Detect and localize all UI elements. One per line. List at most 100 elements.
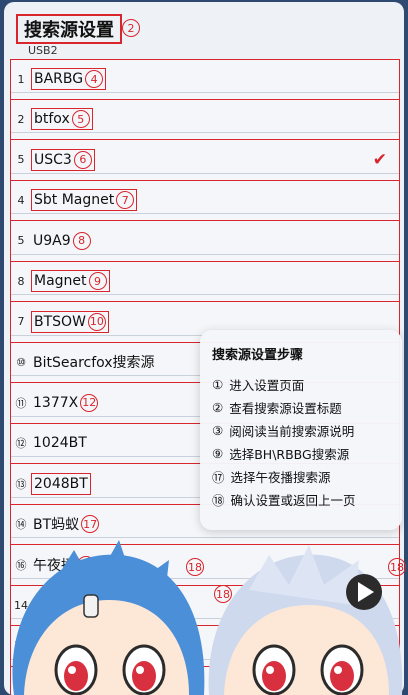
row-index: 8 xyxy=(17,274,25,288)
row-index: ⑭ xyxy=(15,518,27,532)
step-number: ⑱ xyxy=(212,493,225,508)
row-marker: 9 xyxy=(88,272,107,291)
row-rule xyxy=(11,537,399,538)
step-item: ① 进入设置页面 xyxy=(212,373,390,396)
row-rule xyxy=(11,132,399,133)
step-item: ② 查看搜索源设置标题 xyxy=(212,396,390,419)
step-text: 查看搜索源设置标题 xyxy=(229,401,342,416)
row-index: 15 xyxy=(14,639,28,653)
source-name: 1024BT xyxy=(33,435,87,452)
source-row[interactable]: ⑯ 午夜播 18 xyxy=(10,545,400,586)
row-marker: 12 xyxy=(80,393,99,412)
source-row[interactable]: 5 USC3 6 ✔ xyxy=(10,140,400,181)
source-label-box: 1024BT xyxy=(31,432,89,454)
step-text: 阅阅读当前搜索源说明 xyxy=(229,424,355,439)
step-text: 确认设置或返回上一页 xyxy=(230,493,356,508)
source-name: 爱蛙力画 xyxy=(33,598,89,615)
steps-card: 搜索源设置步骤 ① 进入设置页面 ② 查看搜索源设置标题 ③ 阅阅读当前搜索源说明 ⑨ 选择B… xyxy=(200,330,402,530)
source-name: btfox xyxy=(34,111,70,128)
row-index: 7 xyxy=(17,315,25,329)
source-label-box: Sbt Magnet 7 xyxy=(31,189,138,212)
source-label-box: BitSearcfox搜索源 xyxy=(31,351,157,373)
source-label-box: BARBG 4 xyxy=(31,68,107,91)
row-rule xyxy=(11,213,399,214)
row-marker: 18 xyxy=(77,555,95,574)
steps-list: ① 进入设置页面 ② 查看搜索源设置标题 ③ 阅阅读当前搜索源说明 ⑨ 选择BH\RBBG搜索… xyxy=(212,373,390,511)
source-label-box: btfox 5 xyxy=(31,108,93,131)
source-row[interactable]: 2 btfox 5 xyxy=(10,99,400,140)
row-index: 2 xyxy=(17,112,25,126)
marker-18-mid: 18 xyxy=(214,585,232,603)
source-row[interactable]: 14 爱蛙力画 xyxy=(10,585,400,626)
row-index: 5 xyxy=(17,153,25,167)
row-marker: 10 xyxy=(87,312,106,331)
row-marker: 17 xyxy=(81,515,100,534)
step-number: ⑨ xyxy=(212,446,224,461)
source-name: 午夜播 xyxy=(33,557,75,574)
source-name: USC3 xyxy=(34,151,72,168)
row-rule xyxy=(11,294,399,295)
source-label-box: Magnet 9 xyxy=(31,270,110,293)
settings-panel: 搜索源设置 2 USB2 1 BARBG 4 2 btfox 5 5 USC3 6 ✔ 4 Sbt M… xyxy=(4,2,404,695)
page-title-box: 搜索源设置 xyxy=(16,14,122,44)
source-row[interactable]: 1 BARBG 4 xyxy=(10,59,400,100)
steps-title: 搜索源设置步骤 xyxy=(212,348,304,363)
step-text: 进入设置页面 xyxy=(229,378,305,393)
marker-18-right: 18 xyxy=(388,558,406,576)
step-number: ② xyxy=(212,400,224,415)
title-marker: 2 xyxy=(122,19,140,37)
source-row[interactable]: 15 BT力夜 xyxy=(10,626,400,667)
step-number: ⑰ xyxy=(212,470,225,485)
row-rule xyxy=(11,172,399,174)
step-text: 选择午夜播搜索源 xyxy=(230,470,331,485)
source-name: BT蚂蚁 xyxy=(33,517,80,534)
step-item: ③ 阅阅读当前搜索源说明 xyxy=(212,419,390,442)
row-rule xyxy=(11,658,399,660)
source-name: BARBG xyxy=(34,71,84,88)
source-label-box: BT蚂蚁 17 xyxy=(31,513,101,535)
row-index: ⑬ xyxy=(15,477,27,491)
header: 搜索源设置 2 USB2 xyxy=(4,2,404,60)
selected-check-icon: ✔ xyxy=(372,150,387,170)
source-label-box: U9A9 8 xyxy=(31,230,93,252)
step-number: ① xyxy=(212,377,224,392)
row-index: ⑫ xyxy=(15,437,27,451)
source-name: Magnet xyxy=(34,273,87,290)
row-marker: 6 xyxy=(73,150,92,169)
step-item: ⑱ 确认设置或返回上一页 xyxy=(212,488,390,511)
row-marker: 4 xyxy=(85,70,104,89)
marker-18-left: 18 xyxy=(186,558,204,576)
row-marker: 5 xyxy=(71,110,90,129)
step-item: ⑨ 选择BH\RBBG搜索源 xyxy=(212,442,390,465)
source-row[interactable]: 5 U9A9 8 xyxy=(10,221,400,262)
row-index: 5 xyxy=(17,234,25,248)
row-marker: 8 xyxy=(72,231,91,250)
row-index: 4 xyxy=(17,193,25,207)
step-item: ⑰ 选择午夜播搜索源 xyxy=(212,465,390,488)
source-name: BT力夜 xyxy=(33,638,80,655)
row-rule xyxy=(11,577,399,579)
source-label-box: BT力夜 xyxy=(31,635,81,657)
row-index: ⑩ xyxy=(16,355,26,369)
source-label-box: 午夜播 18 xyxy=(31,554,97,576)
row-index: ⑯ xyxy=(15,558,27,572)
row-index: 14 xyxy=(14,598,28,612)
page-title: 搜索源设置 xyxy=(24,20,114,41)
step-text: 选择BH\RBBG搜索源 xyxy=(229,447,350,462)
row-rule xyxy=(11,91,399,93)
row-index: ⑪ xyxy=(15,396,27,410)
source-label-box: 爱蛙力画 xyxy=(31,594,91,616)
source-name: U9A9 xyxy=(33,232,71,249)
source-row[interactable]: 4 Sbt Magnet 7 xyxy=(10,180,400,221)
source-label-box: USC3 6 xyxy=(31,148,95,171)
source-label-box: 敲力夜 xyxy=(31,675,77,695)
source-label-box: 1377X 12 xyxy=(31,392,100,414)
row-rule xyxy=(11,618,399,619)
source-label-box: BTSOW 10 xyxy=(31,310,109,333)
page-subtitle: USB2 xyxy=(28,44,58,57)
row-marker: 7 xyxy=(116,191,135,210)
row-index: 16 xyxy=(14,679,28,693)
row-rule xyxy=(11,253,399,255)
source-row[interactable]: 8 Magnet 9 xyxy=(10,261,400,302)
source-row[interactable]: 16 敲力夜 xyxy=(10,666,400,695)
